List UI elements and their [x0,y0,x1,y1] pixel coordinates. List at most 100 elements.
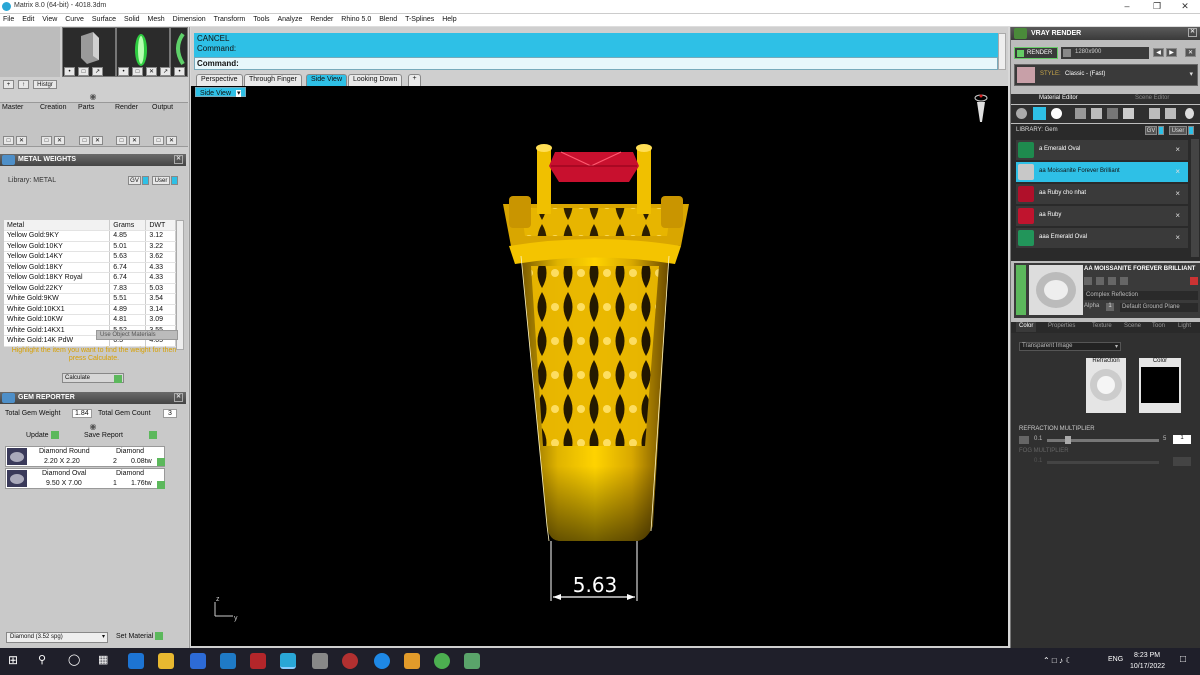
remove-icon[interactable]: × [1175,167,1180,176]
set-material-button[interactable]: Set Material [116,632,164,643]
refresh-icon[interactable] [1190,277,1198,285]
menu-mesh[interactable]: Mesh [145,14,168,23]
menu-help[interactable]: Help [439,14,459,23]
toolbar-star-2[interactable]: □ [132,67,143,76]
remove-icon[interactable]: × [1175,145,1180,154]
toolbar-arrow-2[interactable]: ↗ [160,67,171,76]
tab-tool-3[interactable]: □ [41,136,52,145]
windows-start-icon[interactable]: ⊞ [8,654,20,666]
mat-tool-3[interactable] [1108,277,1116,285]
tab-perspective[interactable]: Perspective [196,74,243,86]
texture-icon[interactable] [1075,108,1086,119]
splitter-grip[interactable]: ◉ [0,92,186,101]
table-row[interactable]: Yellow Gold:18KY 6.74 4.33 [4,262,176,273]
zoom-icon[interactable] [374,653,390,669]
tab-render[interactable]: Render [115,104,138,111]
refraction-slider-thumb[interactable] [1065,436,1071,444]
edge-icon[interactable] [128,653,144,669]
tray-icons[interactable]: ⌃ □ ♪ ☾ [1043,656,1072,665]
metal-gv-toggle[interactable] [142,176,149,185]
tab-through-finger[interactable]: Through Finger [244,74,302,86]
table-row[interactable]: White Gold:10KX1 4.89 3.14 [4,304,176,315]
grid-icon[interactable] [1091,108,1102,119]
remove-icon[interactable]: × [1175,189,1180,198]
tab-scene[interactable]: Scene [1121,322,1144,332]
layer-select[interactable]: Transparent Image ▾ [1019,342,1121,351]
tab-looking-down[interactable]: Looking Down [348,74,403,86]
rewind-button[interactable]: ◀ [1153,48,1164,57]
tab-side-view[interactable]: Side View [306,74,348,86]
app-gray-icon[interactable] [312,653,328,669]
mat-tool-4[interactable] [1120,277,1128,285]
tab-tool-4[interactable]: ✕ [54,136,65,145]
command-scrollbar[interactable] [998,33,1006,70]
metal-user-toggle[interactable] [171,176,178,185]
list-item[interactable]: a Emerald Oval × [1016,140,1188,160]
col-grams[interactable]: Grams [109,220,147,231]
mail-icon[interactable] [220,653,236,669]
menu-curve[interactable]: Curve [62,14,87,23]
reflection-select[interactable]: Complex Reflection [1084,291,1198,300]
list-item[interactable]: aa Ruby cho nhat × [1016,184,1188,204]
fog-value[interactable] [1173,457,1191,466]
metal-user-button[interactable]: User [152,176,170,185]
style-select[interactable]: STYLE: Classic - (Fast) ▾ [1014,64,1198,86]
render-button[interactable]: RENDER [1014,47,1058,59]
tab-tool-7[interactable]: □ [116,136,127,145]
play-icon[interactable] [157,481,165,489]
toolbar-close-2[interactable]: ✕ [146,67,157,76]
close-icon[interactable]: ✕ [174,155,183,164]
splitter-grip[interactable]: ◉ [0,422,186,431]
toolbar-dot-2[interactable]: • [118,67,129,76]
col-dwt[interactable]: DWT [145,220,176,231]
save-report-button[interactable]: Save Report [84,431,157,441]
app-green-icon[interactable] [464,653,480,669]
refraction-swatch[interactable]: Refraction [1086,358,1126,413]
gem-gv-button[interactable]: GV [1145,126,1157,135]
metal-gv-button[interactable]: GV [128,176,141,185]
bulb-icon[interactable] [1185,108,1194,119]
remove-icon[interactable]: × [1175,211,1180,220]
file-explorer-icon[interactable] [158,653,174,669]
brush-icon[interactable] [1165,108,1176,119]
tab-light[interactable]: Light [1175,322,1194,332]
toolbar-dot-1[interactable]: • [64,67,75,76]
histgr-button[interactable]: Histgr [33,80,57,89]
up-button[interactable]: ↑ [18,80,29,89]
menu-blend[interactable]: Blend [376,14,400,23]
gem-gv-toggle[interactable] [1158,126,1164,135]
list-item[interactable]: aaa Emerald Oval × [1016,228,1188,248]
close-render-button[interactable]: ✕ [1185,48,1196,57]
close-icon[interactable]: ✕ [174,393,183,402]
menu-edit[interactable]: Edit [19,14,37,23]
app-orange-icon[interactable] [404,653,420,669]
tab-master[interactable]: Master [2,104,23,111]
minimize-button[interactable]: – [1112,0,1142,14]
gem-row[interactable]: Diamond Round 2.20 X 2.20 Diamond 2 0.08… [5,446,165,467]
tab-output[interactable]: Output [152,104,173,111]
tab-properties[interactable]: Properties [1045,322,1078,332]
tab-tool-8[interactable]: ✕ [129,136,140,145]
rm-value[interactable]: 1 [1173,435,1191,444]
chrome-icon[interactable] [434,653,450,669]
menu-rhino[interactable]: Rhino 5.0 [338,14,374,23]
tab-tool-5[interactable]: □ [79,136,90,145]
remove-icon[interactable]: × [1175,233,1180,242]
command-input[interactable]: Command: [194,57,998,70]
gem-icon[interactable] [1033,107,1046,120]
menu-surface[interactable]: Surface [89,14,119,23]
play-icon[interactable] [157,458,165,466]
forward-button[interactable]: ▶ [1166,48,1177,57]
tab-tool-10[interactable]: ✕ [166,136,177,145]
table-row[interactable]: White Gold:10KW 4.81 3.09 [4,314,176,326]
update-button[interactable]: Update [26,431,59,441]
resolution-field[interactable]: 1280x900 [1061,47,1149,59]
tab-texture[interactable]: Texture [1089,322,1115,332]
maximize-button[interactable]: ❐ [1142,0,1172,14]
use-object-materials-button[interactable]: Use Object Materials [96,330,178,340]
list-item[interactable]: aa Moissanite Forever Brilliant × [1016,162,1188,182]
add-view-button[interactable]: + [408,74,421,86]
gem-user-toggle[interactable] [1188,126,1194,135]
fog-slider[interactable] [1047,461,1159,464]
notification-icon[interactable]: □ [1180,654,1186,665]
